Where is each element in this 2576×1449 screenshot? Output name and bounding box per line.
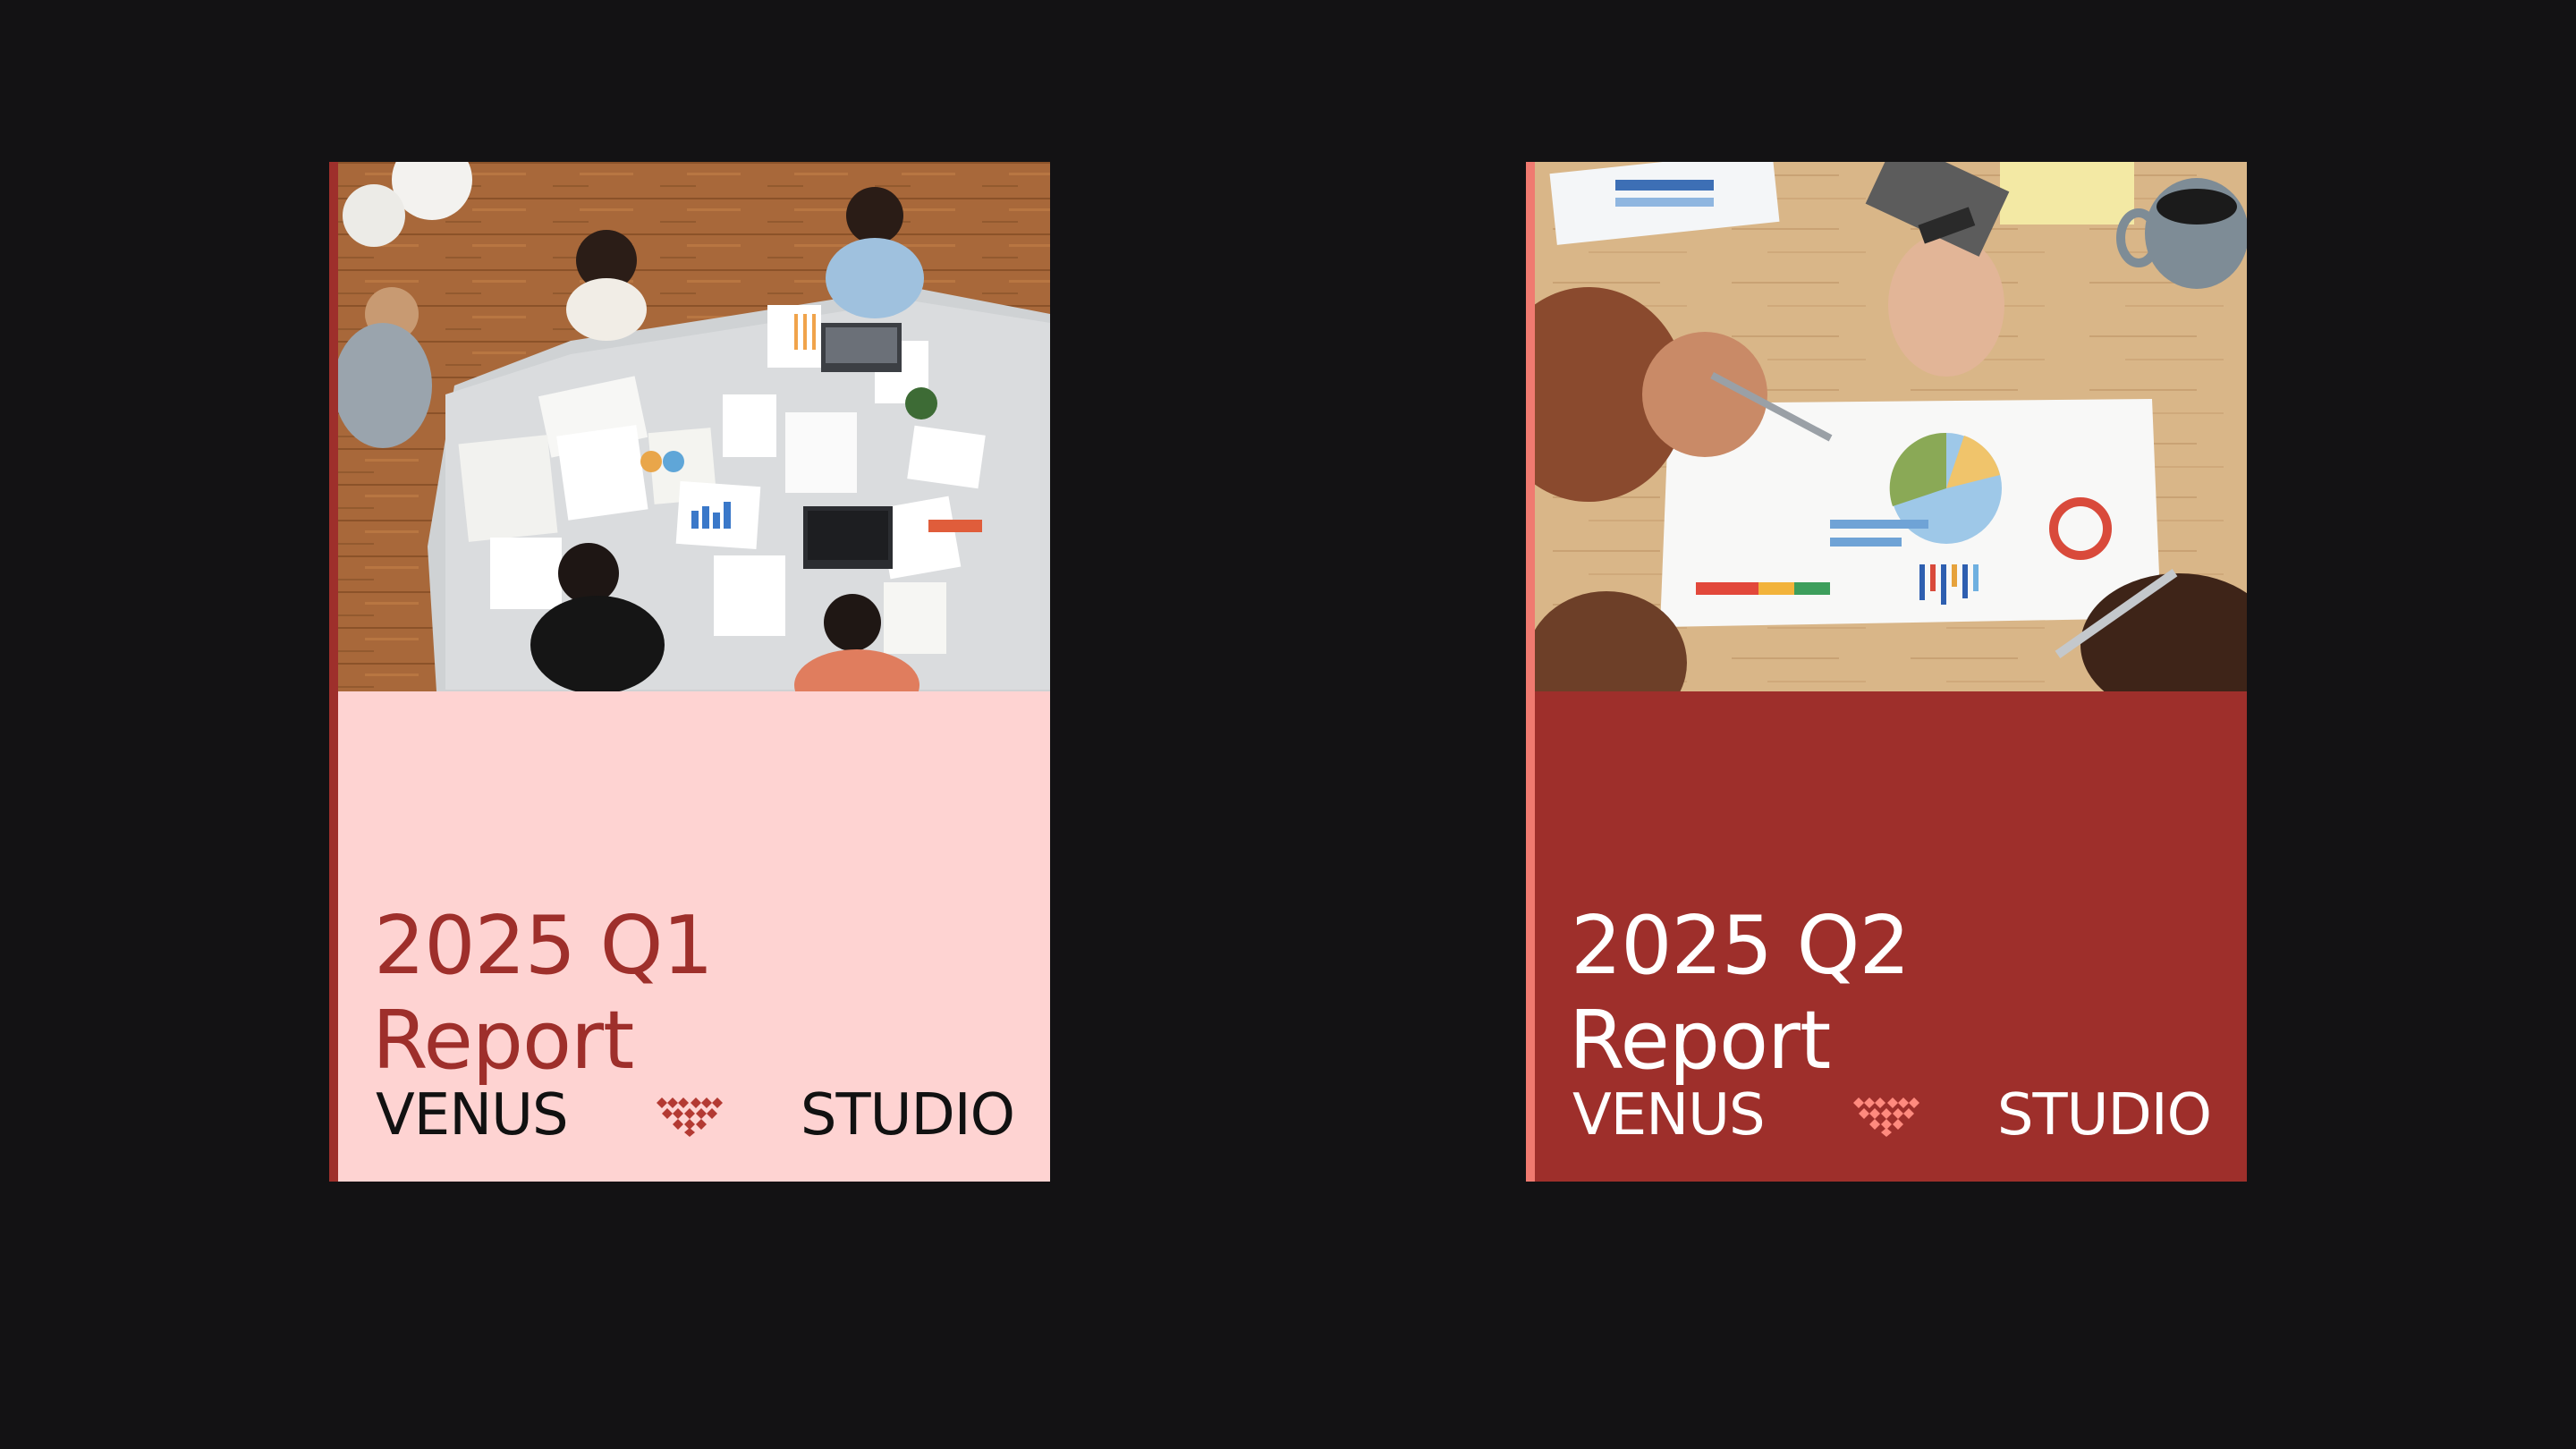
report-card-q1[interactable]: 2025 Q1 Report VENUS STUDIO — [329, 162, 1050, 1182]
stage: 2025 Q1 Report VENUS STUDIO 2025 Q2 Repo… — [0, 0, 2576, 1449]
brand-studio: STUDIO — [800, 1082, 1015, 1148]
card-title-report: Report — [372, 994, 634, 1088]
meeting-photo-illustration — [338, 162, 1050, 691]
diamond-grid-logo-icon — [1853, 1097, 1919, 1137]
brand-venus: VENUS — [376, 1082, 569, 1148]
overhead-team-meeting-photo — [338, 162, 1050, 691]
card-title-year-quarter: 2025 Q1 — [374, 899, 714, 993]
hands-pointing-at-charts-photo — [1535, 162, 2247, 691]
report-card-q2[interactable]: 2025 Q2 Report VENUS STUDIO — [1526, 162, 2247, 1182]
card-title-year-quarter: 2025 Q2 — [1571, 899, 1911, 993]
charts-photo-illustration — [1535, 162, 2247, 691]
card-title-report: Report — [1569, 994, 1831, 1088]
diamond-grid-logo-icon — [657, 1097, 723, 1137]
brand-studio: STUDIO — [1996, 1082, 2212, 1148]
brand-venus: VENUS — [1572, 1082, 1766, 1148]
card-spine — [1526, 162, 1535, 1182]
card-spine — [329, 162, 338, 1182]
